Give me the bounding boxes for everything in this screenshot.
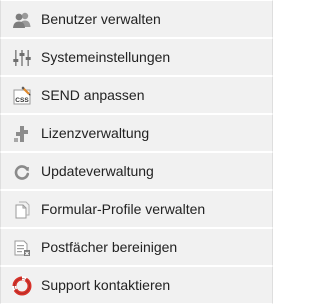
menu-item-label: Systemeinstellungen [41,49,171,65]
menu-item-label: Formular-Profile verwalten [41,201,206,217]
svg-text:CSS: CSS [15,97,29,104]
css-edit-icon: CSS [13,86,31,105]
menu-item-updateverwaltung[interactable]: Updateverwaltung [0,152,273,190]
menu-item-label: Benutzer verwalten [41,11,161,27]
sliders-icon [13,50,31,66]
menu-item-support-kontaktieren[interactable]: Support kontaktieren [0,266,273,304]
admin-menu: Benutzer verwalten Systemeinstellungen C… [0,0,273,304]
menu-item-label: Lizenzverwaltung [41,125,150,141]
menu-item-postfaecher-bereinigen[interactable]: Postfächer bereinigen [0,228,273,266]
menu-item-label: SEND anpassen [41,87,145,103]
menu-item-formular-profile-verwalten[interactable]: Formular-Profile verwalten [0,190,273,228]
menu-item-lizenzverwaltung[interactable]: Lizenzverwaltung [0,114,273,152]
license-icon [14,126,28,142]
lifebuoy-icon [12,276,32,296]
menu-item-benutzer-verwalten[interactable]: Benutzer verwalten [0,0,273,38]
users-icon [13,12,31,28]
menu-item-label: Postfächer bereinigen [41,239,178,255]
documents-icon [15,201,30,219]
menu-item-send-anpassen[interactable]: CSS SEND anpassen [0,76,273,114]
mailbox-clean-icon [14,240,30,256]
refresh-icon [14,165,30,180]
menu-item-systemeinstellungen[interactable]: Systemeinstellungen [0,38,273,76]
menu-item-label: Updateverwaltung [41,163,154,179]
menu-item-label: Support kontaktieren [41,277,171,293]
